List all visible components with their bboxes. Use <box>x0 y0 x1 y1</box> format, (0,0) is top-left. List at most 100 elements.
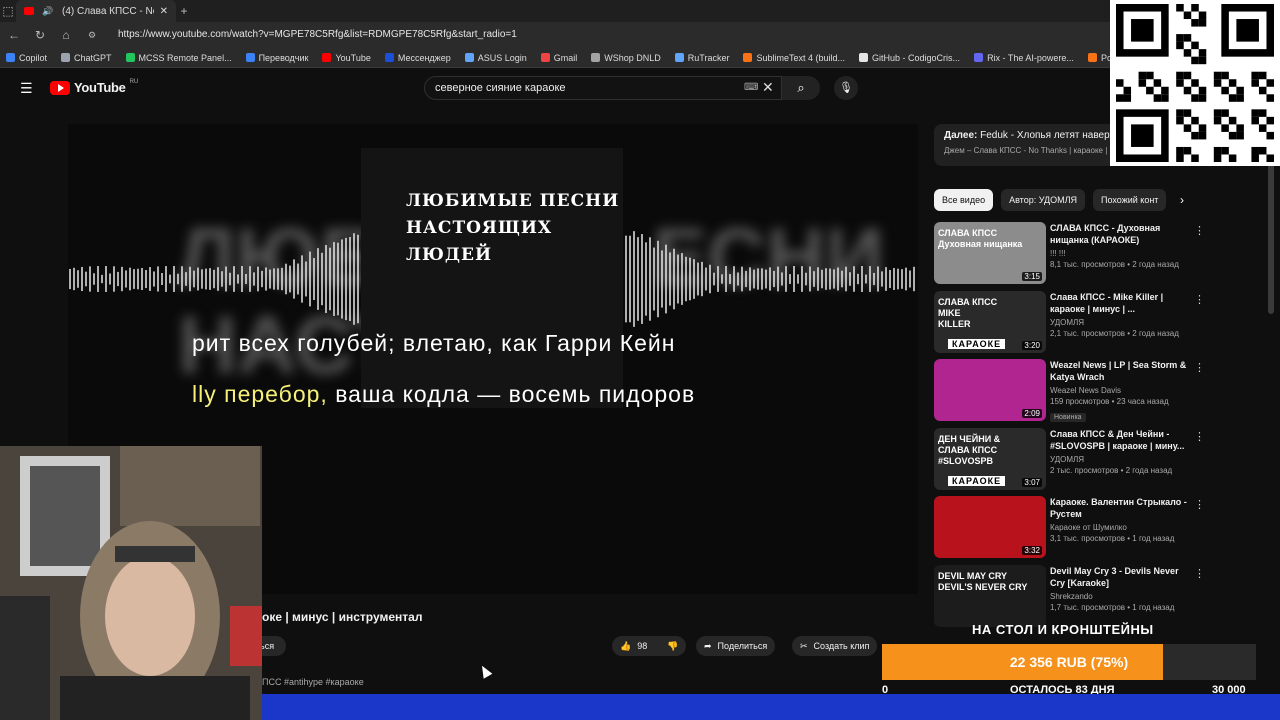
youtube-logo[interactable]: YouTube RU <box>50 79 138 95</box>
recommendation-title[interactable]: Weazel News | LP | Sea Storm & Katya Wra… <box>1050 359 1188 383</box>
bookmark-item[interactable]: Copilot <box>6 53 47 63</box>
site-info-icon[interactable]: ⚙ <box>84 30 100 41</box>
recommendation-item[interactable]: ДЕН ЧЕЙНИ & СЛАВА КПСС #SLOVOSPB КАРАОКЕ 3… <box>934 427 1205 490</box>
recommendation-title[interactable]: Слава КПСС & Ден Чейни - #SLOVOSPB | кар… <box>1050 428 1188 452</box>
recommendation-meta: 1,7 тыс. просмотров • 1 год назад <box>1050 602 1175 612</box>
bookmark-item[interactable]: Gmail <box>540 53 577 63</box>
recommendation-channel[interactable]: !!! !!! <box>1050 249 1188 258</box>
recommendation-item[interactable]: 2:09 Weazel News | LP | Sea Storm & Katya… <box>934 359 1205 422</box>
bookmark-item[interactable]: Переводчик <box>245 52 309 63</box>
bookmark-item[interactable]: SublimeText 4 (build... <box>743 53 845 63</box>
qr-module <box>1153 94 1162 102</box>
qr-module <box>1266 116 1274 125</box>
next-video-title: Feduk - Хлопья летят наверх (К <box>980 130 1127 141</box>
more-options-icon[interactable]: ⋮ <box>1194 567 1205 580</box>
recommendation-title[interactable]: Devil May Cry 3 - Devils Never Cry [Kara… <box>1050 565 1188 589</box>
bookmark-label: Переводчик <box>258 52 309 63</box>
browser-menu-icon[interactable]: ⬚ <box>0 4 16 18</box>
video-thumbnail[interactable]: ДЕН ЧЕЙНИ & СЛАВА КПСС #SLOVOSPB КАРАОКЕ 3… <box>934 427 1046 490</box>
filter-chip[interactable]: Похожий конт <box>1093 189 1167 211</box>
hamburger-menu-icon[interactable]: ☰ <box>20 80 34 97</box>
more-options-icon[interactable]: ⋮ <box>1194 224 1205 237</box>
karaoke-tag: КАРАОКЕ <box>948 338 1006 349</box>
bookmark-item[interactable]: RuTracker <box>674 53 729 63</box>
filter-chip[interactable]: Автор: УДОМЛЯ <box>1001 189 1086 211</box>
browser-tab-bar: ⬚ 🔊 (4) Слава КПСС - No Thanks ✕ + <box>0 0 1280 22</box>
new-tab-icon[interactable]: + <box>176 4 192 18</box>
filter-chip[interactable]: Все видео <box>934 189 994 211</box>
bookmark-item[interactable]: MCSS Remote Panel... <box>125 53 232 63</box>
video-thumbnail[interactable]: СЛАВА КПСС MIKE KILLER КАРАОКЕ 3:20 <box>934 290 1046 353</box>
donation-amount: 22 356 RUB (75%) <box>1009 654 1129 670</box>
bookmark-item[interactable]: ChatGPT <box>61 53 112 63</box>
qr-module <box>1131 19 1154 42</box>
video-thumbnail[interactable]: 3:32 <box>934 496 1046 558</box>
bookmark-label: WShop DNLD <box>604 52 661 63</box>
qr-module <box>1236 94 1244 102</box>
recommendation-channel[interactable]: Shrekzando <box>1050 592 1188 601</box>
thumbnail-text: СЛАВА КПСС MIKE KILLER <box>938 296 998 329</box>
home-icon[interactable]: ⌂ <box>58 28 74 42</box>
more-options-icon[interactable]: ⋮ <box>1194 430 1205 443</box>
recommendation-title[interactable]: СЛАВА КПСС - Духовная нищанка (КАРАОКЕ) <box>1050 222 1188 246</box>
recommendation-title[interactable]: Слава КПСС - Mike Killer | караоке | мин… <box>1050 291 1188 315</box>
video-thumbnail[interactable]: СЛАВА КПСС Духовная нищанка 3:15 <box>934 222 1046 284</box>
more-options-icon[interactable]: ⋮ <box>1194 293 1205 306</box>
bookmark-item[interactable]: YouTube <box>322 53 371 63</box>
share-button[interactable]: ➦ Поделиться <box>696 636 776 656</box>
qr-module <box>1191 79 1199 87</box>
like-button[interactable]: 👍 98 👎 <box>612 636 687 656</box>
recommendation-channel[interactable]: Weazel News Davis <box>1050 386 1188 395</box>
recommendation-item[interactable]: DEVIL MAY CRY DEVIL'S NEVER CRY Devil May… <box>934 564 1205 627</box>
recommendation-item[interactable]: СЛАВА КПСС MIKE KILLER КАРАОКЕ 3:20 Слава К… <box>934 290 1205 353</box>
back-icon[interactable]: ← <box>6 28 22 42</box>
video-duration: 3:15 <box>1022 272 1042 281</box>
tab-title: (4) Слава КПСС - No Thanks <box>62 5 154 17</box>
streamer-photo <box>0 446 262 720</box>
video-thumbnail[interactable]: 2:09 <box>934 359 1046 421</box>
thumbs-down-icon[interactable]: 👎 <box>667 636 678 656</box>
chevron-right-icon[interactable]: › <box>1180 193 1184 207</box>
close-tab-icon[interactable]: ✕ <box>160 6 168 17</box>
qr-module <box>1198 11 1207 20</box>
create-clip-button[interactable]: ✂ Создать клип <box>792 636 878 656</box>
bottom-color-strip <box>262 694 1280 720</box>
bookmark-favicon-icon <box>245 53 255 62</box>
browser-tab-youtube[interactable]: 🔊 (4) Слава КПСС - No Thanks ✕ <box>16 0 176 22</box>
qr-module <box>1123 86 1132 95</box>
voice-search-button[interactable]: 🎙 <box>834 76 858 100</box>
caption-line-2: lly перебор, ваша кодла — восемь пидоров <box>192 381 695 408</box>
search-input[interactable]: северное сияние караоке <box>424 76 782 100</box>
speaker-icon[interactable]: 🔊 <box>40 6 56 17</box>
bookmark-item[interactable]: WShop DNLD <box>591 53 661 63</box>
recommendation-channel[interactable]: Караоке от Шумилко <box>1050 523 1188 532</box>
subscribe-button[interactable]: ься <box>258 636 286 656</box>
recommendation-channel[interactable]: УДОМЛЯ <box>1050 455 1188 464</box>
more-options-icon[interactable]: ⋮ <box>1194 498 1205 511</box>
more-options-icon[interactable]: ⋮ <box>1194 361 1205 374</box>
thumbnail-text: DEVIL MAY CRY DEVIL'S NEVER CRY <box>938 570 1028 592</box>
recommendation-channel[interactable]: УДОМЛЯ <box>1050 318 1188 327</box>
recommendation-item[interactable]: СЛАВА КПСС Духовная нищанка 3:15 СЛАВА КПС… <box>934 222 1205 284</box>
bookmark-item[interactable]: Мессенджер <box>384 53 451 63</box>
recommendation-item[interactable]: 3:32 Караоке. Валентин Стрыкало - Рустем К… <box>934 496 1205 558</box>
bookmark-label: Copilot <box>19 52 48 63</box>
clear-search-icon[interactable]: ✕ <box>762 79 774 96</box>
qr-module <box>1221 86 1229 95</box>
recommendation-info: СЛАВА КПСС - Духовная нищанка (КАРАОКЕ)!… <box>1050 222 1188 269</box>
search-button[interactable]: ⌕ <box>782 76 820 100</box>
qr-module <box>1228 116 1237 125</box>
video-thumbnail[interactable]: DEVIL MAY CRY DEVIL'S NEVER CRY <box>934 564 1046 627</box>
qr-module <box>1191 56 1199 65</box>
bookmark-item[interactable]: ASUS Login <box>464 53 527 63</box>
qr-module <box>1138 71 1147 80</box>
hashtags[interactable]: ПСС #antihype #караоке <box>262 677 364 687</box>
qr-module <box>1258 86 1267 95</box>
url-field[interactable]: https://www.youtube.com/watch?v=MGPE78C5… <box>110 25 1120 45</box>
reload-icon[interactable]: ↻ <box>32 28 48 42</box>
keyboard-icon[interactable]: ⌨ <box>744 82 758 93</box>
bookmark-item[interactable]: GitHub - CodigoCris... <box>859 53 960 63</box>
bookmark-item[interactable]: Rix - The AI-powere... <box>974 53 1074 63</box>
share-label: Поделиться <box>717 641 768 651</box>
recommendation-title[interactable]: Караоке. Валентин Стрыкало - Рустем <box>1050 496 1188 520</box>
